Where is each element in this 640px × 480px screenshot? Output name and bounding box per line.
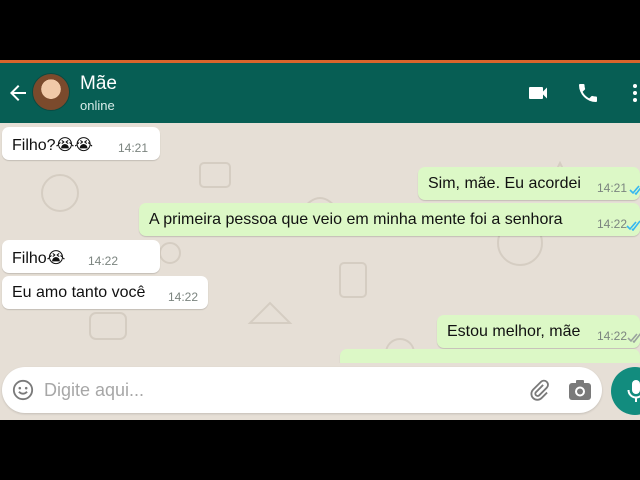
bottom-letterbox — [0, 420, 640, 480]
message-time: 14:22 — [168, 290, 199, 304]
double-check-icon — [629, 185, 640, 195]
message-input-container[interactable]: Digite aqui... — [2, 367, 602, 413]
emoji-icon[interactable] — [12, 379, 34, 401]
message-text: A primeira pessoa que veio em minha ment… — [149, 211, 563, 228]
message-text: Sim, mãe. Eu acordei — [428, 175, 581, 192]
message-bubble-outgoing[interactable]: Estou melhor, mãe 14:22 — [437, 315, 640, 348]
top-letterbox — [0, 0, 640, 60]
message-time: 14:22 — [597, 329, 628, 343]
message-time: 14:21 — [597, 181, 628, 195]
message-text: Filho?😭😭 — [12, 137, 93, 154]
message-bubble-incoming[interactable]: Filho😭 14:22 — [2, 240, 160, 273]
message-bubble-incoming[interactable]: Eu amo tanto você 14:22 — [2, 276, 208, 309]
message-text: Estou melhor, mãe — [447, 323, 581, 340]
video-camera-icon[interactable] — [526, 81, 550, 105]
arrow-left-icon[interactable] — [6, 81, 30, 105]
double-check-icon — [627, 332, 640, 343]
contact-status: online — [80, 98, 115, 113]
message-time: 14:22 — [597, 217, 628, 231]
message-bubble-outgoing[interactable]: Sim, mãe. Eu acordei 14:21 — [418, 167, 640, 200]
message-time: 14:22 — [88, 254, 119, 268]
double-check-icon — [626, 220, 640, 231]
more-vertical-icon[interactable] — [630, 81, 640, 105]
message-bubble-outgoing[interactable]: A primeira pessoa que veio em minha ment… — [139, 203, 640, 236]
phone-icon[interactable] — [576, 81, 600, 105]
camera-icon[interactable] — [568, 379, 592, 401]
message-text: Filho😭 — [12, 250, 66, 267]
contact-name[interactable]: Mãe — [80, 73, 117, 95]
message-time: 14:21 — [118, 141, 149, 155]
composer-bar: Digite aqui... — [0, 363, 640, 420]
send-voice-button[interactable] — [611, 367, 640, 415]
microphone-icon — [627, 380, 640, 402]
message-input[interactable]: Digite aqui... — [44, 380, 144, 401]
avatar[interactable] — [32, 73, 70, 111]
paperclip-icon[interactable] — [528, 379, 550, 401]
message-text: Eu amo tanto você — [12, 284, 146, 301]
chat-header: Mãe online — [0, 63, 640, 123]
message-bubble-incoming[interactable]: Filho?😭😭 14:21 — [2, 127, 160, 160]
